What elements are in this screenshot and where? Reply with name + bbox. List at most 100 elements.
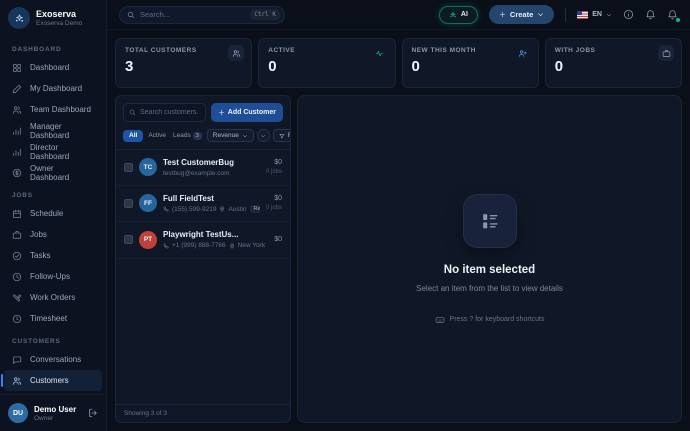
info-icon — [623, 9, 634, 20]
leads-label: Leads — [173, 132, 191, 139]
keyboard-hint-text: Press ? for keyboard shortcuts — [450, 316, 545, 323]
notifications-button[interactable] — [645, 9, 656, 20]
search-icon — [129, 109, 136, 116]
sidebar-item-customers[interactable]: Customers — [4, 370, 102, 391]
us-flag-icon — [577, 11, 588, 19]
customer-row[interactable]: TC Test CustomerBug testbug@example.com … — [116, 150, 290, 186]
sidebar-item-conversations[interactable]: Conversations — [4, 349, 102, 370]
sort-dropdown[interactable]: Revenue — [207, 129, 254, 142]
filters-label: Filters — [288, 132, 291, 139]
sidebar-item-label: Follow-Ups — [30, 272, 70, 281]
activity-icon — [372, 45, 388, 61]
stat-label: ACTIVE — [268, 47, 385, 54]
briefcase-icon — [658, 45, 674, 61]
customer-email: testbug@example.com — [163, 170, 230, 177]
sidebar-item-label: Manager Dashboard — [30, 122, 94, 140]
filter-tab-leads[interactable]: Leads 3 — [171, 132, 204, 140]
users-icon — [12, 105, 22, 115]
customer-name: Test CustomerBug — [163, 158, 260, 167]
language-label: EN — [592, 11, 602, 18]
sidebar-item-director-dashboard[interactable]: Director Dashboard — [4, 141, 102, 162]
list-footer: Showing 3 of 3 — [116, 404, 290, 422]
sort-direction-button[interactable] — [257, 129, 270, 142]
add-customer-label: Add Customer — [228, 109, 276, 116]
user-footer[interactable]: DU Demo User Owner — [0, 394, 106, 431]
alerts-button[interactable] — [667, 9, 678, 20]
filter-tab-all[interactable]: All — [123, 130, 143, 142]
sidebar-item-label: Tasks — [30, 251, 50, 260]
global-search-input[interactable] — [140, 10, 245, 19]
clock-icon — [12, 314, 22, 324]
filter-tab-active[interactable]: Active — [146, 132, 168, 139]
stat-label: NEW THIS MONTH — [412, 47, 529, 54]
sidebar-item-label: Dashboard — [30, 63, 69, 72]
logout-button[interactable] — [88, 408, 98, 418]
stat-card-total-customers: TOTAL CUSTOMERS 3 — [115, 38, 252, 88]
customer-search-input[interactable] — [140, 109, 200, 116]
sidebar-item-label: My Dashboard — [30, 84, 82, 93]
dollar-circle-icon — [12, 168, 22, 178]
sidebar-item-work-orders[interactable]: Work Orders — [4, 287, 102, 308]
detail-panel: No item selected Select an item from the… — [297, 95, 682, 423]
sidebar-item-owner-dashboard[interactable]: Owner Dashboard — [4, 162, 102, 183]
sidebar-item-tasks[interactable]: Tasks — [4, 245, 102, 266]
sidebar-item-schedule[interactable]: Schedule — [4, 203, 102, 224]
stat-card-active: ACTIVE 0 — [258, 38, 395, 88]
add-customer-button[interactable]: Add Customer — [211, 103, 283, 122]
customer-phone: +1 (999) 888-7766 — [172, 242, 226, 249]
brand[interactable]: Exoserva Exoserva Demo — [0, 0, 106, 35]
sidebar-item-label: Jobs — [30, 230, 47, 239]
customer-name: Full FieldTest — [163, 194, 260, 203]
phone-icon — [163, 206, 169, 212]
keyboard-icon — [435, 315, 445, 325]
clock-icon — [12, 272, 22, 282]
leads-count-badge: 3 — [193, 132, 202, 140]
customer-row[interactable]: FF Full FieldTest (155) 599-9219 Austin … — [116, 186, 290, 223]
global-search[interactable]: Ctrl K — [119, 6, 285, 24]
customer-revenue: $0 — [274, 195, 282, 202]
customer-jobs-count: 0 jobs — [266, 169, 282, 175]
chevron-down-icon — [260, 133, 266, 139]
language-selector[interactable]: EN — [577, 11, 612, 19]
sidebar-item-manager-dashboard[interactable]: Manager Dashboard — [4, 120, 102, 141]
section-label-customers: CUSTOMERS — [0, 329, 106, 349]
ai-button-label: AI — [461, 11, 468, 18]
sidebar-item-my-dashboard[interactable]: My Dashboard — [4, 78, 102, 99]
sidebar-item-team-dashboard[interactable]: Team Dashboard — [4, 99, 102, 120]
customer-search[interactable] — [123, 103, 206, 122]
main-content: TOTAL CUSTOMERS 3 ACTIVE 0 NEW THIS MONT… — [107, 30, 690, 431]
row-checkbox[interactable] — [124, 199, 133, 208]
grid-icon — [12, 63, 22, 73]
sidebar-item-follow-ups[interactable]: Follow-Ups — [4, 266, 102, 287]
search-icon — [127, 11, 135, 19]
plus-icon — [218, 109, 225, 116]
users-icon — [228, 45, 244, 61]
bell-icon — [645, 9, 656, 20]
topbar: Ctrl K AI Create EN — [107, 0, 690, 30]
section-label-dashboard: DASHBOARD — [0, 37, 106, 57]
customer-row[interactable]: PT Playwright TestUs... +1 (999) 888-776… — [116, 222, 290, 259]
sidebar-item-label: Work Orders — [30, 293, 75, 302]
sidebar-item-label: Timesheet — [30, 314, 67, 323]
sidebar-item-dashboard[interactable]: Dashboard — [4, 57, 102, 78]
row-checkbox[interactable] — [124, 163, 133, 172]
bar-chart-icon — [12, 147, 22, 157]
sidebar-item-jobs[interactable]: Jobs — [4, 224, 102, 245]
sidebar-item-timesheet[interactable]: Timesheet — [4, 308, 102, 329]
brand-name: Exoserva — [36, 9, 82, 19]
help-button[interactable] — [623, 9, 634, 20]
user-name: Demo User — [34, 405, 76, 414]
customer-city: Austin — [228, 206, 246, 213]
bar-chart-icon — [12, 126, 22, 136]
stat-label: TOTAL CUSTOMERS — [125, 47, 242, 54]
stat-value: 0 — [268, 58, 385, 75]
customer-list-panel: Add Customer All Active Leads 3 Revenue — [115, 95, 291, 423]
filters-button[interactable]: Filters — [273, 129, 291, 142]
row-checkbox[interactable] — [124, 235, 133, 244]
search-shortcut-badge: Ctrl K — [250, 9, 280, 20]
brand-logo-icon — [8, 7, 30, 29]
create-button[interactable]: Create — [489, 5, 554, 24]
ai-button[interactable]: AI — [439, 6, 478, 24]
sidebar-item-label: Conversations — [30, 355, 81, 364]
source-badge: Referral — [250, 205, 260, 213]
